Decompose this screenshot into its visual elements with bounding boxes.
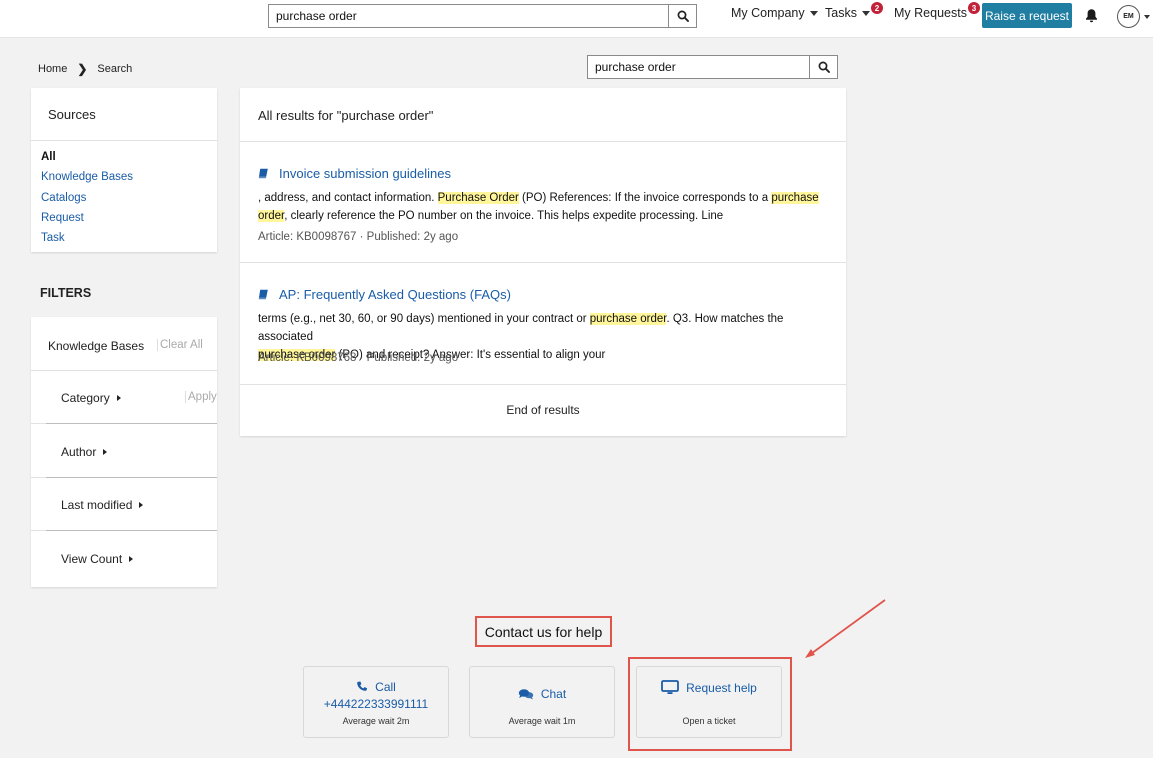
annotation-arrow-icon [805,599,886,658]
